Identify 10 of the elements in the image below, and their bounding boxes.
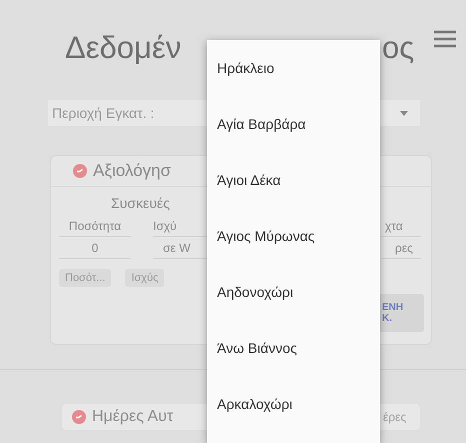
value-cell: 0 [59, 237, 131, 259]
chip-label: Ημέρες Αυτ [92, 408, 174, 426]
column-header: χτα [381, 215, 421, 237]
chip-value: έρες [383, 410, 406, 424]
column-header: Ποσότητα [59, 215, 131, 237]
value-cell: ρες [381, 237, 421, 259]
card-title: Αξιολόγησ [93, 161, 172, 181]
page-title: ος [382, 30, 414, 66]
page-title: Δεδομέν [65, 30, 182, 66]
group-label: Συσκευές [111, 195, 170, 211]
